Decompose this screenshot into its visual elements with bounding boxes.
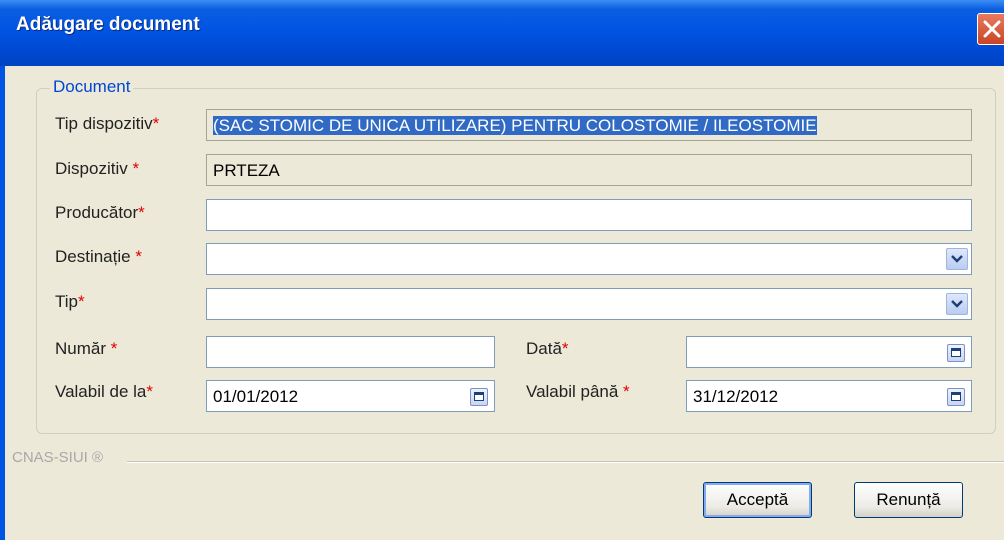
valabil-de-la-label-text: Valabil de la <box>55 382 147 401</box>
tip-label: Tip* <box>55 292 85 312</box>
tip-label-text: Tip <box>55 292 78 311</box>
required-mark: * <box>132 159 140 178</box>
destinatie-label: Destinație * <box>55 247 142 267</box>
data-label: Dată* <box>526 339 569 359</box>
tip-dispozitiv-field[interactable]: (SAC STOMIC DE UNICA UTILIZARE) PENTRU C… <box>206 109 972 141</box>
valabil-pana-label: Valabil până * <box>526 382 630 402</box>
destinatie-label-text: Destinație <box>55 247 136 266</box>
data-date-input[interactable] <box>686 336 972 368</box>
valabil-de-la-value: 01/01/2012 <box>213 387 299 406</box>
required-mark: * <box>623 382 630 401</box>
required-mark: * <box>152 114 160 133</box>
close-icon <box>983 20 1001 38</box>
data-label-text: Dată <box>526 339 562 358</box>
dispozitiv-value: PRTEZA <box>213 161 280 180</box>
close-button[interactable] <box>977 13 1004 45</box>
title-bar[interactable]: Adăugare document <box>0 0 1004 66</box>
accept-button[interactable]: Acceptă <box>703 482 812 518</box>
tip-dispozitiv-label: Tip dispozitiv* <box>55 114 159 134</box>
required-mark: * <box>561 339 569 358</box>
dialog-window: Adăugare document Document Tip dispoziti… <box>0 0 1004 540</box>
valabil-pana-date-input[interactable]: 31/12/2012 <box>686 380 972 412</box>
group-legend: Document <box>50 77 134 97</box>
cancel-button[interactable]: Renunță <box>854 482 963 518</box>
window-left-border <box>0 66 5 540</box>
destinatie-dropdown-button[interactable] <box>946 248 968 270</box>
dispozitiv-field[interactable]: PRTEZA <box>206 154 972 186</box>
required-mark: * <box>110 339 118 358</box>
calendar-icon[interactable] <box>470 388 488 406</box>
chevron-down-icon <box>951 255 963 263</box>
window-title: Adăugare document <box>16 14 200 35</box>
tip-dropdown-button[interactable] <box>946 293 968 315</box>
producator-label-text: Producător <box>55 203 139 222</box>
required-mark: * <box>135 247 142 266</box>
brand-label: CNAS-SIUI ® <box>12 449 104 466</box>
tip-dispozitiv-value: (SAC STOMIC DE UNICA UTILIZARE) PENTRU C… <box>213 116 817 135</box>
footer-divider <box>127 461 1004 463</box>
numar-label: Număr * <box>55 339 117 359</box>
dispozitiv-label-text: Dispozitiv <box>55 159 133 178</box>
valabil-pana-value: 31/12/2012 <box>693 387 779 406</box>
required-mark: * <box>138 203 145 222</box>
calendar-icon[interactable] <box>947 344 965 362</box>
valabil-de-la-label: Valabil de la* <box>55 382 153 402</box>
dialog-body: Document Tip dispozitiv* (SAC STOMIC DE … <box>0 66 1004 540</box>
chevron-down-icon <box>951 300 963 308</box>
destinatie-select[interactable] <box>206 243 972 275</box>
producator-label: Producător* <box>55 203 145 223</box>
numar-input[interactable] <box>206 336 495 368</box>
valabil-de-la-date-input[interactable]: 01/01/2012 <box>206 380 495 412</box>
tip-select[interactable] <box>206 288 972 320</box>
calendar-icon[interactable] <box>947 388 965 406</box>
tip-dispozitiv-label-text: Tip dispozitiv <box>55 114 153 133</box>
dispozitiv-label: Dispozitiv * <box>55 159 139 179</box>
required-mark: * <box>78 292 85 311</box>
producator-input[interactable] <box>206 199 972 231</box>
required-mark: * <box>146 382 153 401</box>
valabil-pana-label-text: Valabil până <box>526 382 624 401</box>
numar-label-text: Număr <box>55 339 111 358</box>
